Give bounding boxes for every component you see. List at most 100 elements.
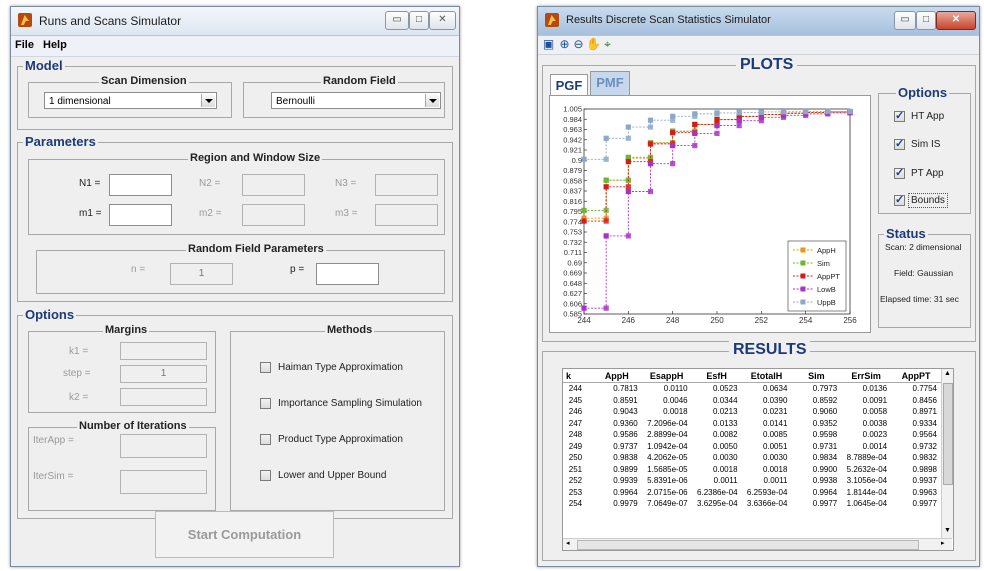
vertical-scrollbar[interactable]: ▲ ▼ bbox=[941, 369, 953, 538]
y-tick-label: 0.753 bbox=[563, 228, 582, 237]
bounds-checkbox[interactable] bbox=[260, 470, 271, 481]
methods-group bbox=[230, 331, 445, 511]
table-row[interactable]: 247 0.9360 7.2096e-04 0.0133 0.0141 0.9352 0.0… bbox=[563, 418, 941, 430]
table-cell: 0.0082 bbox=[713, 430, 738, 440]
scroll-right-arrow[interactable]: ▸ bbox=[941, 539, 945, 547]
menu-file[interactable]: File bbox=[15, 39, 34, 51]
maximize-button[interactable]: □ bbox=[409, 11, 429, 30]
m1-input[interactable] bbox=[109, 204, 172, 226]
p-label: p = bbox=[290, 264, 305, 275]
random-field-select[interactable]: Bernoulli bbox=[271, 92, 441, 109]
table-cell: 0.9937 bbox=[912, 476, 937, 486]
table-row[interactable]: 249 0.9737 1.0942e-04 0.0050 0.0051 0.9731 0.0… bbox=[563, 441, 941, 453]
scroll-down-arrow[interactable]: ▼ bbox=[944, 527, 951, 534]
y-tick-label: 0.963 bbox=[563, 125, 582, 134]
table-row[interactable]: 250 0.9838 4.2062e-05 0.0030 0.0030 0.9834 8.7… bbox=[563, 452, 941, 464]
table-cell: 0.9964 bbox=[613, 487, 638, 497]
status-scan: Scan: 2 dimensional bbox=[885, 242, 962, 252]
table-cell: 0.8592 bbox=[812, 395, 838, 405]
k2-input[interactable] bbox=[120, 388, 207, 406]
n3-label: N3 = bbox=[335, 178, 357, 189]
y-tick-label: 0.816 bbox=[563, 197, 582, 206]
importance-sampling-checkbox[interactable] bbox=[260, 398, 271, 409]
ht-app-checkbox[interactable] bbox=[894, 109, 905, 122]
series-point-apppt bbox=[647, 141, 654, 147]
k1-label: k1 = bbox=[69, 346, 89, 357]
table-cell: 0.9832 bbox=[912, 453, 937, 463]
table-cell: 0.0046 bbox=[663, 395, 688, 405]
table-cell: 244 bbox=[568, 384, 583, 394]
series-point-apppt bbox=[625, 184, 631, 190]
table-cell: 249 bbox=[568, 441, 583, 451]
start-computation-button[interactable]: Start Computation bbox=[155, 511, 334, 558]
margins-title: Margins bbox=[103, 324, 150, 336]
table-cell: 0.9898 bbox=[912, 464, 937, 474]
pt-app-checkbox[interactable] bbox=[894, 166, 905, 179]
table-row[interactable]: 244 0.7813 0.0110 0.0523 0.0634 0.7973 0.0136 0… bbox=[563, 383, 941, 395]
table-row[interactable]: 251 0.9899 1.5685e-05 0.0018 0.0018 0.9900 5.2… bbox=[563, 464, 941, 476]
table-row[interactable]: 246 0.9043 0.0018 0.0213 0.0231 0.9060 0.0058 0… bbox=[563, 406, 941, 418]
scan-dimension-select[interactable]: 1 dimensional bbox=[44, 92, 217, 109]
table-row[interactable]: 254 0.9979 7.0649e-07 3.6295e-04 3.6366e-04 0… bbox=[563, 498, 941, 510]
matlab-icon bbox=[18, 13, 32, 27]
methods-title: Methods bbox=[325, 324, 375, 336]
scroll-left-arrow[interactable]: ◂ bbox=[566, 539, 570, 547]
scroll-up-arrow[interactable]: ▲ bbox=[944, 370, 951, 377]
haiman-checkbox[interactable] bbox=[260, 362, 271, 373]
series-point-uppb bbox=[758, 109, 764, 115]
table-row[interactable]: 252 0.9939 5.8391e-06 0.0011 0.0011 0.9938 3.1… bbox=[563, 475, 941, 487]
series-point-uppb bbox=[692, 111, 698, 117]
table-cell: 0.0344 bbox=[713, 395, 738, 405]
y-tick-label: 0.9 bbox=[572, 156, 582, 165]
n-input[interactable]: 1 bbox=[170, 263, 233, 285]
iterations-title: Number of Iterations bbox=[77, 420, 189, 432]
close-button[interactable]: ✕ bbox=[429, 11, 456, 30]
n3-input[interactable] bbox=[375, 174, 438, 196]
series-point-lowb bbox=[603, 233, 609, 239]
legend-marker bbox=[800, 247, 806, 253]
series-point-lowb bbox=[625, 233, 631, 239]
n1-input[interactable] bbox=[109, 174, 172, 196]
table-cell: 0.9598 bbox=[812, 430, 838, 440]
table-cell: 0.0018 bbox=[762, 464, 788, 474]
legend-marker bbox=[800, 299, 806, 305]
sim-is-checkbox[interactable] bbox=[894, 137, 905, 150]
menu-help[interactable]: Help bbox=[43, 39, 67, 51]
k1-input[interactable] bbox=[120, 342, 207, 360]
table-cell: 254 bbox=[568, 499, 583, 509]
step-input[interactable]: 1 bbox=[120, 365, 207, 383]
series-point-uppb bbox=[847, 108, 853, 115]
y-tick-label: 0.837 bbox=[563, 187, 582, 196]
y-tick-label: 0.795 bbox=[563, 207, 582, 216]
series-point-apppt bbox=[581, 218, 587, 224]
y-tick-label: 0.942 bbox=[563, 135, 582, 144]
table-cell: 0.9352 bbox=[812, 418, 838, 428]
m3-input[interactable] bbox=[375, 204, 438, 226]
scroll-thumb[interactable] bbox=[943, 383, 953, 485]
product-type-checkbox[interactable] bbox=[260, 434, 271, 445]
y-tick-label: 0.669 bbox=[563, 269, 582, 278]
horizontal-scrollbar[interactable]: ◂ ▸ bbox=[563, 538, 952, 550]
itersim-input[interactable] bbox=[120, 470, 207, 494]
table-row[interactable]: 248 0.9586 2.8899e-04 0.0082 0.0085 0.9598 0.0… bbox=[563, 429, 941, 441]
status-title: Status bbox=[884, 226, 928, 241]
table-cell: 0.9964 bbox=[812, 487, 838, 497]
ht-app-label: HT App bbox=[911, 111, 945, 122]
column-header: EtotalH bbox=[741, 370, 792, 383]
n-label: n = bbox=[131, 264, 146, 275]
table-cell: 245 bbox=[568, 395, 583, 405]
n2-input[interactable] bbox=[242, 174, 305, 196]
bounds-checkbox[interactable] bbox=[894, 193, 905, 206]
table-row[interactable]: 245 0.8591 0.0046 0.0344 0.0390 0.8592 0.0091 0… bbox=[563, 395, 941, 407]
column-header: k bbox=[563, 370, 592, 383]
m2-input[interactable] bbox=[242, 204, 305, 226]
table-cell: 0.9899 bbox=[613, 464, 638, 474]
table-cell: 0.0050 bbox=[713, 441, 738, 451]
iterapp-input[interactable] bbox=[120, 434, 207, 458]
step-label: step = bbox=[63, 368, 91, 379]
scroll-thumb-h[interactable] bbox=[577, 540, 919, 550]
table-row[interactable]: 253 0.9964 2.0715e-06 6.2386e-04 6.2593e-04 0… bbox=[563, 487, 941, 499]
p-input[interactable] bbox=[316, 263, 379, 285]
minimize-button[interactable]: ▭ bbox=[385, 11, 409, 30]
series-point-uppb bbox=[825, 108, 831, 115]
